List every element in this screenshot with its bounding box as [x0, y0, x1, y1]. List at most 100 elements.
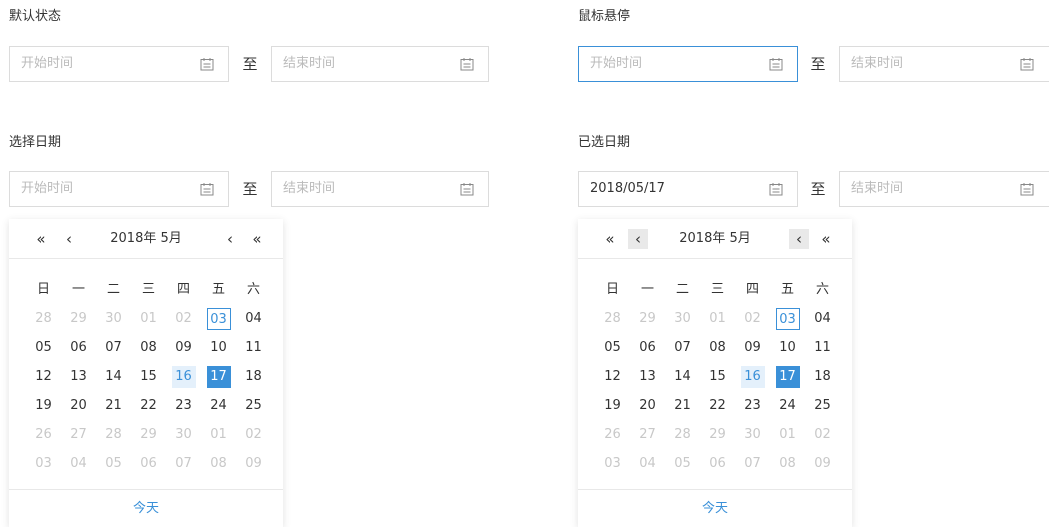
day-cell[interactable]: 05	[26, 333, 61, 362]
calendar-icon[interactable]	[769, 182, 783, 196]
day-cell[interactable]: 10	[770, 333, 805, 362]
day-cell[interactable]: 08	[201, 449, 236, 478]
day-cell[interactable]: 13	[630, 362, 665, 391]
day-cell[interactable]: 04	[236, 304, 271, 333]
start-date-input-hover[interactable]: 开始时间	[578, 46, 798, 82]
day-cell[interactable]: 28	[595, 304, 630, 333]
start-date-input-filled[interactable]: 2018/05/17	[578, 171, 798, 207]
day-cell[interactable]: 14	[665, 362, 700, 391]
day-cell[interactable]: 24	[201, 391, 236, 420]
day-cell[interactable]: 18	[236, 362, 271, 391]
day-cell[interactable]: 04	[61, 449, 96, 478]
day-cell[interactable]: 06	[630, 333, 665, 362]
day-cell[interactable]: 06	[61, 333, 96, 362]
day-cell[interactable]: 08	[770, 449, 805, 478]
day-cell[interactable]: 01	[770, 420, 805, 449]
day-cell[interactable]: 20	[61, 391, 96, 420]
calendar-icon[interactable]	[1020, 182, 1034, 196]
day-cell[interactable]: 26	[26, 420, 61, 449]
day-cell[interactable]: 21	[96, 391, 131, 420]
day-cell[interactable]: 07	[665, 333, 700, 362]
calendar-icon[interactable]	[200, 182, 214, 196]
calendar-icon[interactable]	[460, 182, 474, 196]
day-cell-selected[interactable]: 17	[201, 362, 236, 391]
day-cell[interactable]: 24	[770, 391, 805, 420]
day-cell[interactable]: 29	[131, 420, 166, 449]
day-cell[interactable]: 06	[700, 449, 735, 478]
day-cell[interactable]: 01	[201, 420, 236, 449]
day-cell[interactable]: 26	[595, 420, 630, 449]
day-cell[interactable]: 07	[735, 449, 770, 478]
day-cell[interactable]: 01	[700, 304, 735, 333]
day-cell[interactable]: 27	[61, 420, 96, 449]
day-cell[interactable]: 15	[700, 362, 735, 391]
day-cell[interactable]: 11	[805, 333, 840, 362]
day-cell[interactable]: 07	[166, 449, 201, 478]
today-button[interactable]: 今天	[9, 489, 283, 527]
day-cell[interactable]: 04	[805, 304, 840, 333]
day-cell[interactable]: 30	[166, 420, 201, 449]
day-cell[interactable]: 15	[131, 362, 166, 391]
prev-year-button[interactable]: «	[31, 229, 51, 249]
calendar-icon[interactable]	[200, 57, 214, 71]
day-cell[interactable]: 28	[26, 304, 61, 333]
day-cell[interactable]: 05	[96, 449, 131, 478]
prev-month-button[interactable]: ‹	[59, 229, 79, 249]
prev-year-button[interactable]: «	[600, 229, 620, 249]
day-cell[interactable]: 02	[735, 304, 770, 333]
day-cell[interactable]: 30	[665, 304, 700, 333]
day-cell-today[interactable]: 03	[201, 304, 236, 333]
today-button[interactable]: 今天	[578, 489, 852, 527]
day-cell[interactable]: 03	[26, 449, 61, 478]
day-cell-today[interactable]: 03	[770, 304, 805, 333]
day-cell[interactable]: 11	[236, 333, 271, 362]
calendar-icon[interactable]	[460, 57, 474, 71]
day-cell[interactable]: 04	[630, 449, 665, 478]
day-cell[interactable]: 18	[805, 362, 840, 391]
day-cell[interactable]: 23	[735, 391, 770, 420]
day-cell[interactable]: 09	[805, 449, 840, 478]
day-cell[interactable]: 02	[236, 420, 271, 449]
day-cell[interactable]: 23	[166, 391, 201, 420]
day-cell[interactable]: 09	[236, 449, 271, 478]
day-cell-in-range[interactable]: 16	[735, 362, 770, 391]
day-cell[interactable]: 07	[96, 333, 131, 362]
day-cell[interactable]: 02	[805, 420, 840, 449]
day-cell[interactable]: 14	[96, 362, 131, 391]
day-cell-in-range[interactable]: 16	[166, 362, 201, 391]
day-cell[interactable]: 05	[665, 449, 700, 478]
day-cell[interactable]: 19	[595, 391, 630, 420]
day-cell[interactable]: 09	[735, 333, 770, 362]
next-year-button[interactable]: «	[816, 229, 836, 249]
day-cell[interactable]: 02	[166, 304, 201, 333]
day-cell[interactable]: 22	[131, 391, 166, 420]
day-cell[interactable]: 22	[700, 391, 735, 420]
day-cell[interactable]: 28	[96, 420, 131, 449]
day-cell[interactable]: 21	[665, 391, 700, 420]
end-date-input[interactable]: 结束时间	[271, 171, 489, 207]
day-cell[interactable]: 19	[26, 391, 61, 420]
calendar-icon[interactable]	[769, 57, 783, 71]
next-month-button[interactable]: ‹	[789, 229, 809, 249]
day-cell[interactable]: 03	[595, 449, 630, 478]
day-cell[interactable]: 29	[630, 304, 665, 333]
end-date-input[interactable]: 结束时间	[839, 46, 1049, 82]
day-cell[interactable]: 30	[735, 420, 770, 449]
calendar-icon[interactable]	[1020, 57, 1034, 71]
day-cell[interactable]: 25	[236, 391, 271, 420]
day-cell[interactable]: 27	[630, 420, 665, 449]
day-cell[interactable]: 06	[131, 449, 166, 478]
day-cell[interactable]: 12	[26, 362, 61, 391]
day-cell[interactable]: 05	[595, 333, 630, 362]
prev-month-button[interactable]: ‹	[628, 229, 648, 249]
day-cell[interactable]: 09	[166, 333, 201, 362]
start-date-input[interactable]: 开始时间	[9, 171, 229, 207]
day-cell[interactable]: 13	[61, 362, 96, 391]
end-date-input[interactable]: 结束时间	[271, 46, 489, 82]
day-cell[interactable]: 29	[61, 304, 96, 333]
day-cell[interactable]: 30	[96, 304, 131, 333]
day-cell[interactable]: 28	[665, 420, 700, 449]
day-cell[interactable]: 29	[700, 420, 735, 449]
next-month-button[interactable]: ‹	[220, 229, 240, 249]
day-cell[interactable]: 20	[630, 391, 665, 420]
